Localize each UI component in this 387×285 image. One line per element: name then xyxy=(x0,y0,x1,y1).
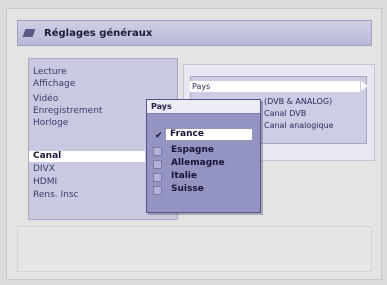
row-canal-dvb[interactable]: Canal DVB xyxy=(264,109,306,118)
sidebar-item-rens-insc[interactable]: Rens. Insc xyxy=(33,190,79,201)
option-france[interactable]: France xyxy=(166,129,254,140)
option-label: France xyxy=(166,129,252,140)
sidebar-item-affichage[interactable]: Affichage xyxy=(33,79,75,90)
option-espagne[interactable]: Espagne xyxy=(153,145,253,156)
settings-icon xyxy=(24,27,38,39)
sidebar-item-lecture[interactable]: Lecture xyxy=(33,67,67,78)
popup-title: Pays xyxy=(147,100,260,114)
check-icon: ✔ xyxy=(155,131,163,141)
sidebar-item-hdmi[interactable]: HDMI xyxy=(33,177,57,188)
sidebar-item-canal[interactable]: Canal xyxy=(29,151,145,162)
sidebar-item-divx[interactable]: DIVX xyxy=(33,164,55,175)
row-dvb-analog[interactable]: (DVB & ANALOG) xyxy=(264,97,332,106)
option-label: Suisse xyxy=(171,184,204,194)
bottom-help-area xyxy=(17,226,372,272)
option-italie[interactable]: Italie xyxy=(153,171,253,182)
checkbox-icon xyxy=(153,173,162,182)
sidebar-item-horloge[interactable]: Horloge xyxy=(33,118,68,129)
window-title: Réglages généraux xyxy=(44,27,153,39)
row-canal-analogique[interactable]: Canal analogique xyxy=(264,121,334,130)
sidebar-item-enregistrement[interactable]: Enregistrement xyxy=(33,106,102,117)
country-popup: Pays ✔ France Espagne Allemagne Italie S… xyxy=(146,99,261,213)
option-label: Allemagne xyxy=(171,158,225,168)
window-titlebar: Réglages généraux xyxy=(17,20,372,46)
option-label: Italie xyxy=(171,171,197,181)
tv-screen: Réglages généraux Lecture Affichage Vidé… xyxy=(0,0,387,285)
option-allemagne[interactable]: Allemagne xyxy=(153,158,253,169)
checkbox-icon xyxy=(153,147,162,156)
option-label: Espagne xyxy=(171,145,214,155)
row-pays[interactable]: Pays xyxy=(190,81,360,92)
sidebar-item-video[interactable]: Vidéo xyxy=(33,94,58,105)
checkbox-icon xyxy=(153,160,162,169)
option-suisse[interactable]: Suisse xyxy=(153,184,253,195)
chevron-right-icon[interactable] xyxy=(361,81,368,91)
checkbox-icon xyxy=(153,186,162,195)
